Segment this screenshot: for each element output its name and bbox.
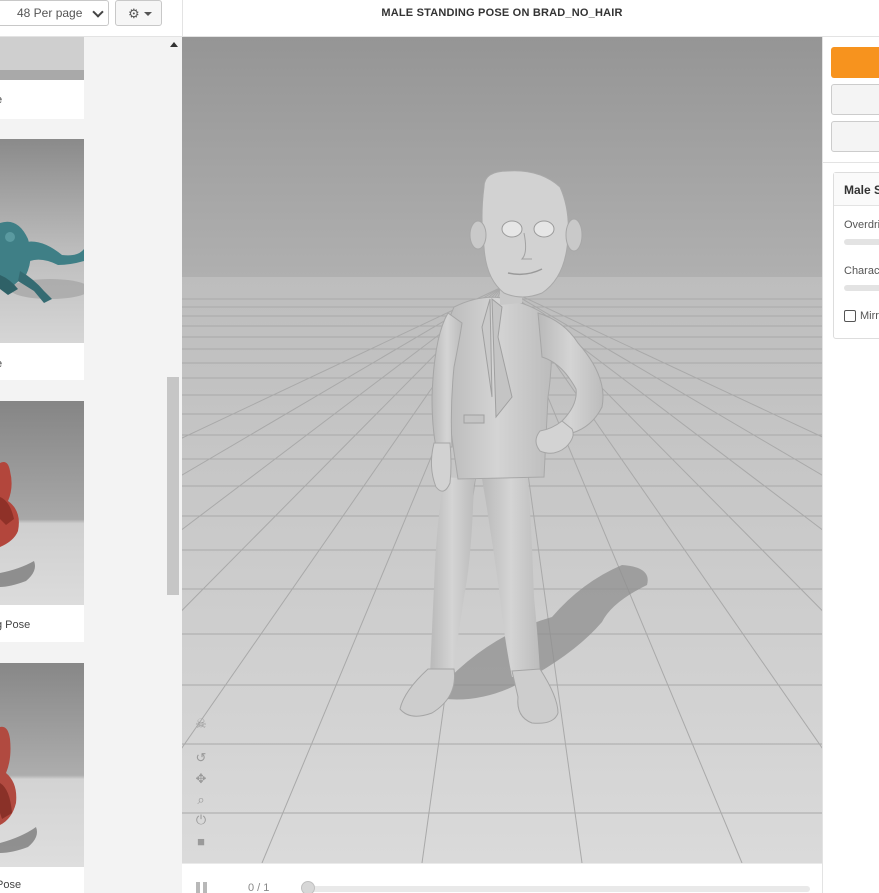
- scrollbar-thumb[interactable]: [167, 377, 179, 595]
- primary-action-button[interactable]: [831, 47, 879, 78]
- move-icon[interactable]: ✥: [190, 770, 212, 788]
- page-title: MALE STANDING POSE ON BRAD_NO_HAIR: [381, 7, 623, 19]
- list-item[interactable]: e: [0, 37, 84, 119]
- overdrive-slider[interactable]: [844, 239, 879, 245]
- options-panel: Male S Overdri Charac Mirr: [822, 37, 879, 893]
- library-panel: e: [0, 37, 182, 893]
- top-bar: 48 Per page ⚙ MALE STANDING POSE ON BRAD…: [0, 0, 879, 37]
- list-item[interactable]: Pose: [0, 663, 84, 893]
- power-icon[interactable]: ⏻: [190, 811, 212, 829]
- tertiary-action-button[interactable]: [831, 121, 879, 152]
- skull-icon[interactable]: ☠: [190, 715, 212, 733]
- thumbnail: [0, 663, 84, 867]
- scene-canvas: [182, 37, 822, 863]
- list-item[interactable]: e: [0, 139, 84, 380]
- camera-icon[interactable]: ■: [190, 833, 212, 851]
- mirror-checkbox[interactable]: [844, 310, 856, 322]
- scroll-up-icon[interactable]: [170, 42, 178, 47]
- list-item-label: e: [0, 94, 2, 106]
- thumbnail: [0, 401, 84, 605]
- mirror-label: Mirr: [860, 310, 879, 322]
- options-header: Male S: [834, 173, 879, 206]
- list-item-label: Pose: [0, 879, 22, 891]
- caret-down-icon: [144, 12, 152, 16]
- reset-icon[interactable]: ↺: [190, 749, 212, 767]
- overdrive-label: Overdri: [844, 219, 879, 231]
- pause-button[interactable]: [196, 882, 208, 893]
- list-item[interactable]: g Pose: [0, 401, 84, 642]
- 3d-viewport[interactable]: ☠ ↺ ✥ ⌕ ⏻ ■: [182, 37, 822, 863]
- frame-counter: 0 / 1: [248, 882, 270, 893]
- per-page-label: 48 Per page: [17, 6, 83, 20]
- playback-bar: 0 / 1: [182, 863, 822, 893]
- list-item-label: e: [0, 358, 2, 370]
- panel-divider: [823, 162, 879, 163]
- timeline-track[interactable]: [307, 886, 810, 892]
- gear-icon: ⚙: [128, 6, 140, 21]
- zoom-icon[interactable]: ⌕: [190, 791, 212, 809]
- pose-options-box: Male S Overdri Charac Mirr: [833, 172, 879, 339]
- timeline-knob[interactable]: [301, 881, 315, 893]
- chevron-down-icon: [92, 6, 104, 18]
- app-root: 48 Per page ⚙ MALE STANDING POSE ON BRAD…: [0, 0, 879, 893]
- settings-button[interactable]: ⚙: [115, 0, 162, 26]
- character-slider[interactable]: [844, 285, 879, 291]
- list-item-label: g Pose: [0, 619, 31, 631]
- options-header-label: Male S: [844, 183, 879, 197]
- thumbnail: [0, 37, 84, 80]
- thumbnail: [0, 139, 84, 343]
- character-label: Charac: [844, 265, 879, 277]
- pause-icon-bar: [203, 882, 207, 893]
- per-page-select[interactable]: 48 Per page: [0, 0, 109, 26]
- pause-icon: [196, 882, 200, 893]
- secondary-action-button[interactable]: [831, 84, 879, 115]
